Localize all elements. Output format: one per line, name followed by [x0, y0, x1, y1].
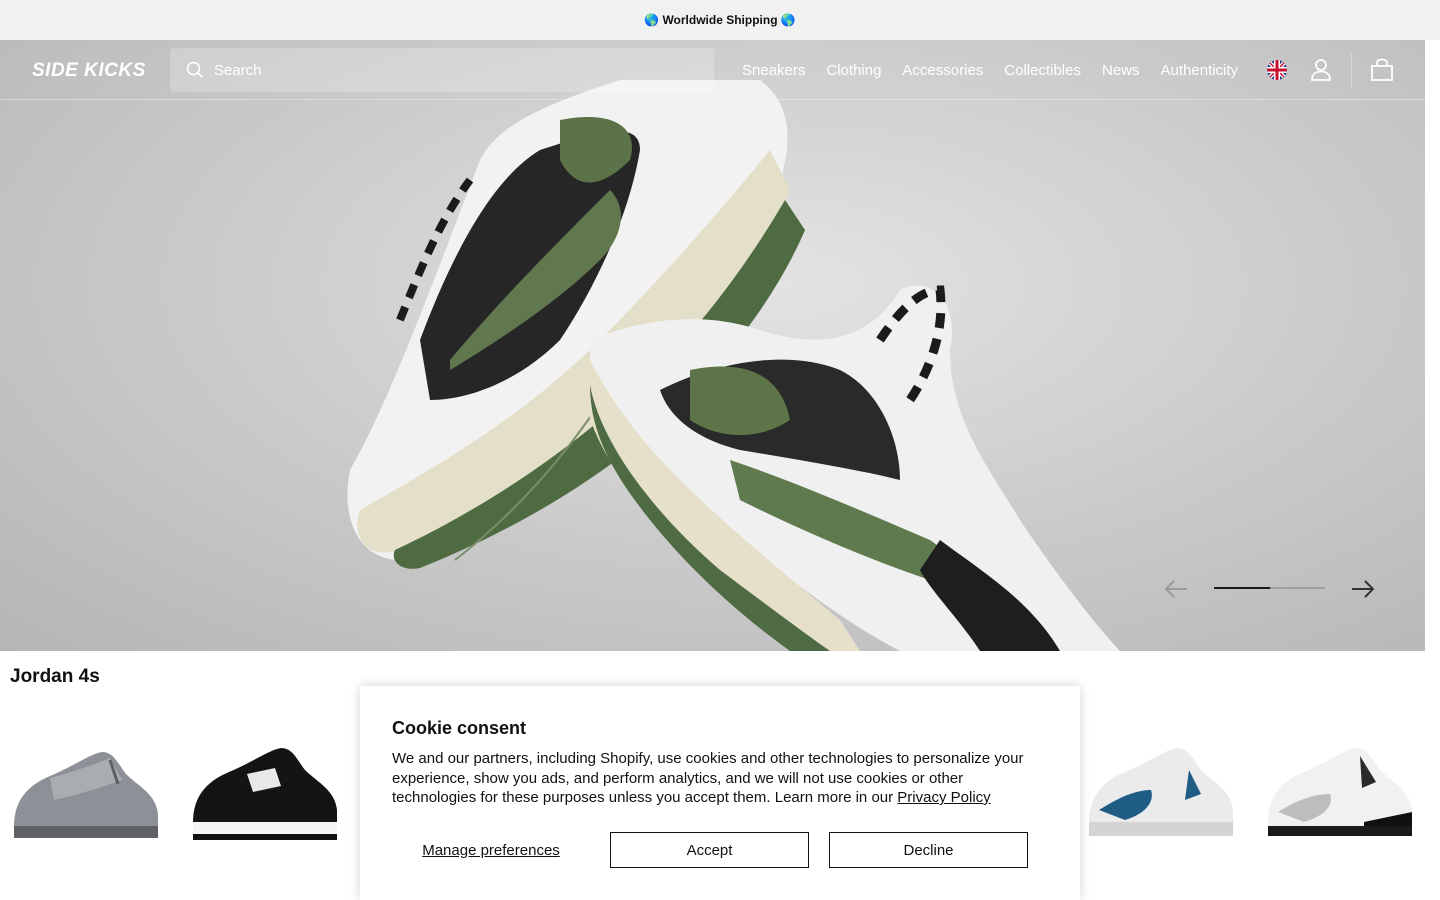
slider-progress [1214, 587, 1325, 589]
sneaker-image [193, 748, 337, 840]
nav-clothing[interactable]: Clothing [826, 62, 881, 79]
cookie-title: Cookie consent [392, 718, 527, 738]
search-bar[interactable] [170, 48, 714, 92]
accept-button[interactable]: Accept [610, 832, 809, 868]
sneaker-image [14, 752, 158, 838]
nav-sneakers[interactable]: Sneakers [742, 62, 805, 79]
arrow-left-icon [1164, 580, 1187, 598]
account-icon[interactable] [1308, 57, 1334, 83]
header-divider [1351, 53, 1352, 87]
sneaker-image [1089, 748, 1233, 836]
slider-prev-button[interactable] [1163, 578, 1189, 600]
announcement-text: 🌎 Worldwide Shipping 🌎 [644, 13, 796, 27]
arrow-right-icon [1352, 580, 1375, 598]
main-nav: Sneakers Clothing Accessories Collectibl… [742, 40, 1238, 100]
cookie-body: We and our partners, including Shopify, … [392, 749, 1048, 808]
nav-authenticity[interactable]: Authenticity [1161, 62, 1239, 79]
hero-sneaker-image [347, 80, 1120, 651]
cookie-consent-dialog: Cookie consent We and our partners, incl… [360, 686, 1080, 900]
cookie-actions: Manage preferences Accept Decline [392, 832, 1048, 868]
announcement-bar: 🌎 Worldwide Shipping 🌎 [0, 0, 1440, 40]
slider-next-button[interactable] [1350, 578, 1376, 600]
cart-icon[interactable] [1369, 57, 1395, 83]
product-card[interactable] [10, 730, 160, 850]
manage-preferences-button[interactable]: Manage preferences [392, 832, 590, 868]
product-card[interactable] [1264, 730, 1414, 850]
nav-collectibles[interactable]: Collectibles [1004, 62, 1081, 79]
nav-news[interactable]: News [1102, 62, 1140, 79]
section-title: Jordan 4s [10, 666, 100, 687]
search-icon [186, 61, 204, 79]
product-card[interactable] [189, 730, 339, 850]
site-header: SIDE KICKS Sneakers Clothing Accessories… [0, 40, 1425, 100]
nav-accessories[interactable]: Accessories [902, 62, 983, 79]
uk-flag-icon[interactable] [1264, 57, 1290, 83]
privacy-policy-link[interactable]: Privacy Policy [897, 789, 990, 806]
product-card[interactable] [1085, 730, 1235, 850]
sneaker-image [1268, 748, 1412, 836]
search-input[interactable] [214, 61, 694, 79]
decline-button[interactable]: Decline [829, 832, 1028, 868]
slider-progress-fill [1214, 587, 1270, 589]
site-logo[interactable]: SIDE KICKS [32, 60, 146, 82]
hero-banner [0, 40, 1425, 651]
